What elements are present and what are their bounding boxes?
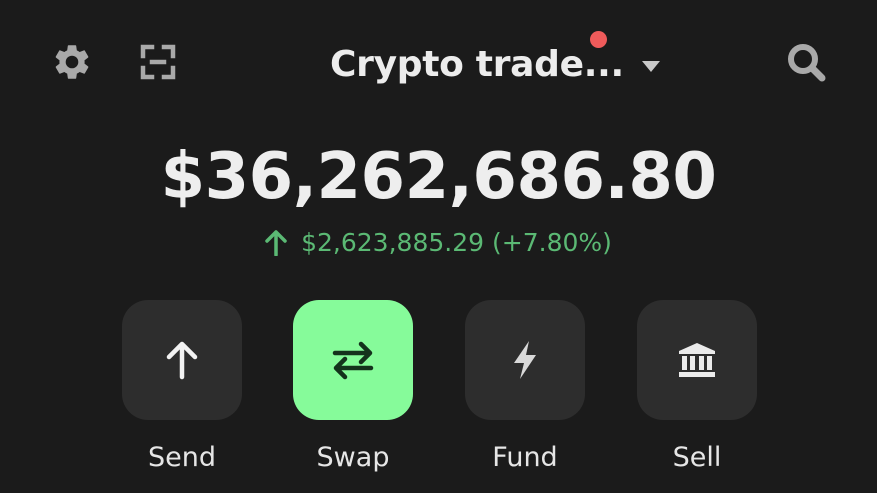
send-label: Send [147, 442, 216, 473]
notification-dot [590, 31, 607, 48]
swap-tile[interactable] [293, 300, 413, 420]
account-name: Crypto trade... [330, 43, 624, 85]
lightning-icon [514, 341, 536, 379]
change-percent: (+7.80%) [492, 228, 612, 257]
scan-icon [140, 44, 176, 80]
search-icon [788, 44, 826, 82]
account-selector[interactable]: Crypto trade... [330, 36, 660, 92]
portfolio-change: $2,623,885.29 (+7.80%) [0, 228, 877, 257]
arrow-up-icon [265, 229, 287, 256]
search-button[interactable] [780, 38, 832, 86]
sell-label: Sell [672, 442, 722, 473]
swap-label: Swap [316, 442, 390, 473]
swap-button[interactable]: Swap [293, 300, 413, 473]
change-amount: $2,623,885.29 [301, 228, 485, 257]
send-button[interactable]: Send [122, 300, 242, 473]
settings-button[interactable] [48, 38, 96, 86]
send-tile[interactable] [122, 300, 242, 420]
arrow-up-icon [166, 341, 198, 380]
portfolio-balance: $36,262,686.80 [160, 140, 717, 214]
fund-button[interactable]: Fund [465, 300, 585, 473]
sell-button[interactable]: Sell [637, 300, 757, 473]
gear-icon [55, 45, 89, 79]
sell-tile[interactable] [637, 300, 757, 420]
bank-icon [679, 343, 715, 377]
fund-label: Fund [492, 442, 558, 473]
scan-button[interactable] [134, 38, 182, 86]
fund-tile[interactable] [465, 300, 585, 420]
chevron-down-icon [641, 60, 660, 72]
swap-arrows-icon [332, 341, 374, 380]
